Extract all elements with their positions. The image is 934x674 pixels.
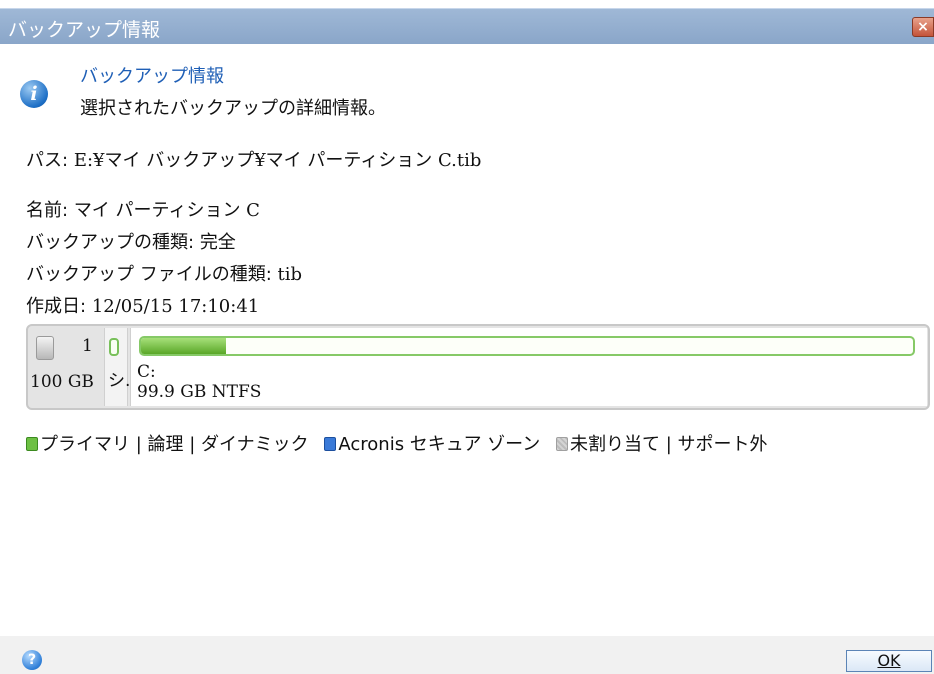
system-partition-label: シ. (108, 371, 131, 391)
disk-number: 1 (82, 336, 93, 356)
path-label: パス: (26, 150, 69, 171)
partition-c[interactable]: C: 99.9 GB NTFS (130, 328, 927, 406)
dialog-footer: ? OK (0, 636, 934, 674)
window-title: バックアップ情報 (8, 19, 161, 41)
legend-acronis-label: Acronis セキュア ゾーン (338, 434, 541, 455)
file-type-label: バックアップ ファイルの種類: (26, 264, 272, 285)
primary-swatch-icon (26, 437, 38, 451)
path-value: E:¥マイ バックアップ¥マイ パーティション C.tib (73, 150, 482, 171)
title-bar: バックアップ情報 × (0, 8, 934, 44)
name-value: マイ パーティション C (73, 200, 260, 221)
header-subtitle: 選択されたバックアップの詳細情報。 (80, 98, 386, 119)
created-label: 作成日: (26, 296, 87, 317)
system-partition-bar (109, 338, 119, 356)
disk-size: 100 GB (30, 372, 94, 392)
disk-layout-panel: 1 100 GB シ. C: 99.9 GB NTFS (26, 324, 930, 410)
file-type-value: tib (277, 264, 303, 285)
partition-letter: C: (137, 362, 156, 382)
created-row: 作成日: 12/05/15 17:10:41 (26, 292, 259, 318)
ok-button[interactable]: OK (846, 650, 932, 672)
backup-type-label: バックアップの種類: (26, 232, 195, 253)
legend-primary-label: プライマリ | 論理 | ダイナミック (40, 434, 309, 455)
legend-unallocated: 未割り当て | サポート外 (556, 434, 768, 455)
info-icon: i (20, 80, 48, 108)
acronis-swatch-icon (324, 437, 337, 451)
unallocated-swatch-icon (556, 437, 569, 451)
header-title: バックアップ情報 (80, 66, 224, 87)
backup-type-value: 完全 (199, 232, 236, 253)
partition-usage-bar (139, 336, 915, 356)
hard-disk-icon (36, 336, 54, 360)
legend-primary: プライマリ | 論理 | ダイナミック (26, 434, 314, 455)
file-type-row: バックアップ ファイルの種類: tib (26, 260, 302, 286)
backup-type-row: バックアップの種類: 完全 (26, 228, 236, 254)
legend-acronis: Acronis セキュア ゾーン (324, 434, 546, 455)
partition-legend: プライマリ | 論理 | ダイナミック Acronis セキュア ゾーン 未割り… (26, 430, 778, 456)
partition-usage-fill (141, 338, 226, 354)
help-icon[interactable]: ? (22, 650, 42, 670)
name-row: 名前: マイ パーティション C (26, 196, 260, 222)
legend-unallocated-label: 未割り当て | サポート外 (570, 434, 768, 455)
created-value: 12/05/15 17:10:41 (91, 296, 260, 317)
name-label: 名前: (26, 200, 69, 221)
path-row: パス: E:¥マイ バックアップ¥マイ パーティション C.tib (26, 146, 481, 172)
close-button[interactable]: × (912, 17, 934, 37)
partition-detail: 99.9 GB NTFS (137, 382, 262, 402)
